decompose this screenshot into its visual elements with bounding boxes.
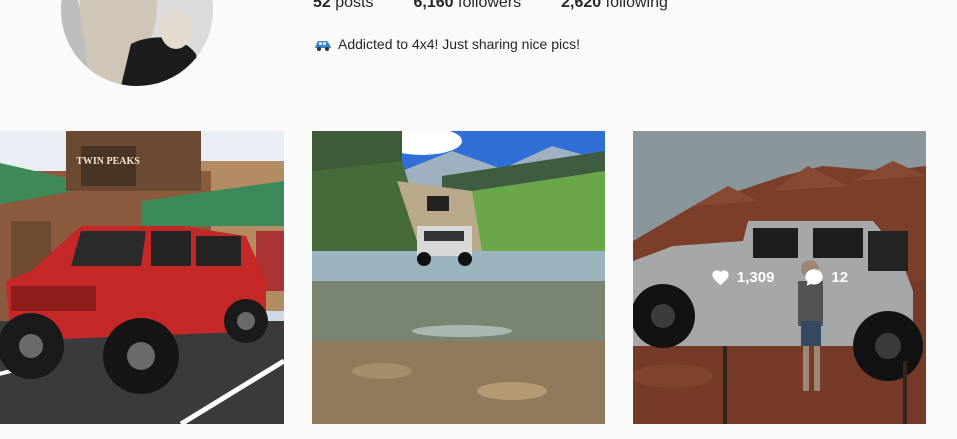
followers-count: 6,160 [413,0,454,11]
post-thumbnail[interactable]: 1,309 12 [633,131,926,424]
followers-label: followers [458,0,522,11]
car-emoji-icon [314,38,332,51]
following-stat[interactable]: 2,620 following [561,0,668,12]
likes-count: 1,309 [736,269,775,286]
posts-stat: 52 posts [313,0,374,12]
following-count: 2,620 [561,0,602,11]
twin-peaks-sign: TWIN PEAKS [76,156,140,167]
comment-icon [805,269,824,286]
river-crossing-photo [312,131,605,424]
comments-count: 12 [831,269,849,286]
heart-icon [712,270,729,286]
post-thumbnail[interactable]: TWIN PEAKS [0,131,284,424]
profile-bio: Addicted to 4x4! Just sharing nice pics! [314,36,580,52]
posts-count: 52 [313,0,331,11]
followers-stat[interactable]: 6,160 followers [414,0,522,12]
following-label: following [605,0,668,11]
red-jeep-photo: TWIN PEAKS [0,131,284,424]
comments-stat: 12 [804,268,848,287]
posts-label: posts [335,0,374,11]
likes-stat: 1,309 [711,269,775,286]
bio-text: Addicted to 4x4! Just sharing nice pics! [338,36,581,52]
post-thumbnail[interactable] [312,131,605,424]
profile-avatar[interactable] [61,0,213,86]
profile-stats: 52 posts 6,160 followers 2,620 following [313,0,708,12]
post-hover-overlay[interactable]: 1,309 12 [633,131,926,424]
